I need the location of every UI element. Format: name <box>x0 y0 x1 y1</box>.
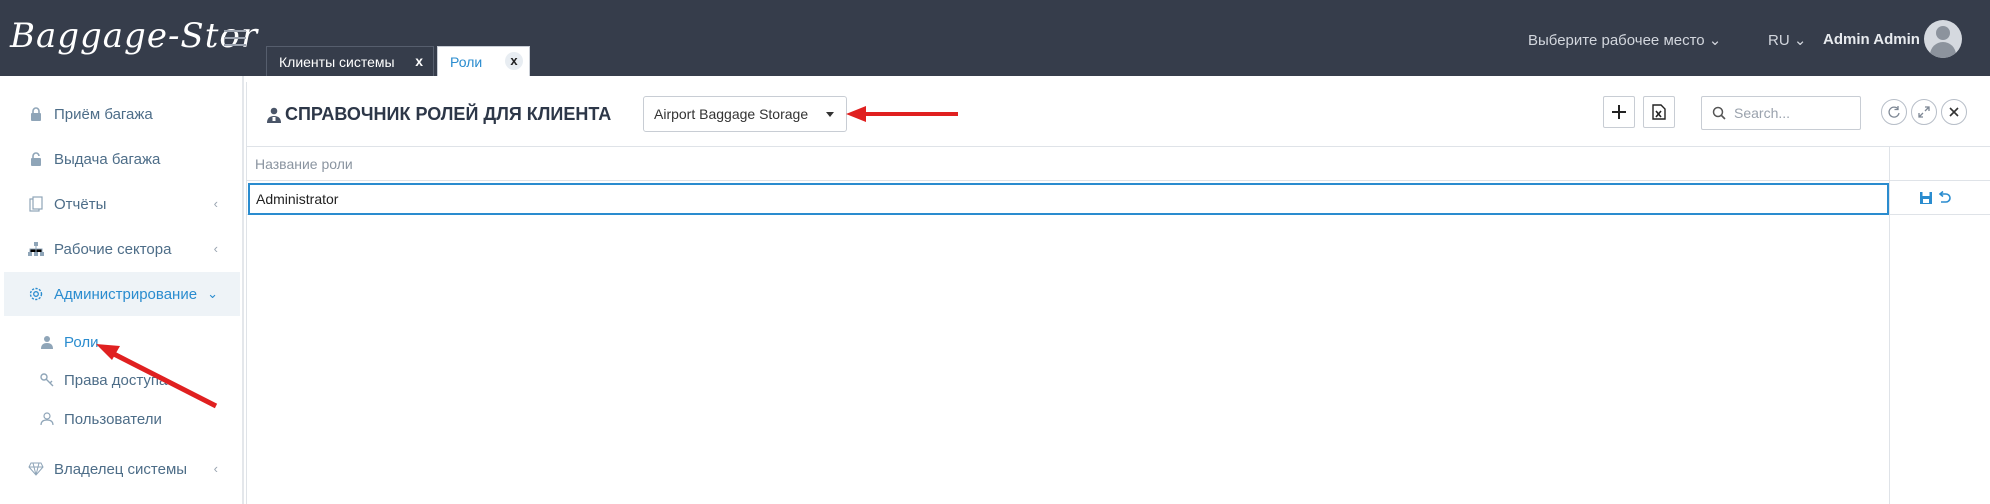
sidebar-item-label: Выдача багажа <box>54 150 161 168</box>
plus-icon <box>1612 105 1626 119</box>
sidebar-item-baggage-intake[interactable]: Приём багажа <box>4 92 240 136</box>
expand-button[interactable] <box>1911 99 1937 125</box>
roles-grid: Название роли Administrator <box>247 146 1990 504</box>
avatar-head <box>1936 26 1950 40</box>
app-logo[interactable]: Baggage-Stor <box>10 16 258 56</box>
grid-header: Название роли <box>247 147 1990 181</box>
tab-clients[interactable]: Клиенты системы x <box>266 46 434 76</box>
tab-label: Клиенты системы <box>279 53 395 70</box>
page-title: СПРАВОЧНИК РОЛЕЙ ДЛЯ КЛИЕНТА <box>267 104 611 125</box>
sidebar-item-work-sectors[interactable]: Рабочие сектора ‹ <box>4 227 240 271</box>
sidebar-item-system-owner[interactable]: Владелец системы ‹ <box>4 447 240 491</box>
add-button[interactable] <box>1603 96 1635 128</box>
chevron-down-icon: ⌄ <box>207 286 218 301</box>
sidebar-subitem-roles[interactable]: Роли <box>38 326 99 358</box>
sidebar-subitem-users[interactable]: Пользователи <box>38 403 162 435</box>
close-panel-button[interactable] <box>1941 99 1967 125</box>
key-icon <box>38 371 56 389</box>
sitemap-icon <box>26 239 46 259</box>
avatar-body <box>1930 42 1956 58</box>
gear-icon <box>26 284 46 304</box>
close-icon <box>1949 107 1959 117</box>
workplace-dropdown[interactable]: Выберите рабочее место ⌄ <box>1528 31 1721 49</box>
lock-icon <box>26 104 46 124</box>
unlock-icon <box>26 149 46 169</box>
client-select-value: Airport Baggage Storage <box>654 106 809 122</box>
role-name-cell-editor[interactable]: Administrator <box>248 183 1889 215</box>
main-panel: СПРАВОЧНИК РОЛЕЙ ДЛЯ КЛИЕНТА Airport Bag… <box>246 82 1990 504</box>
search-box[interactable] <box>1701 96 1861 130</box>
chevron-left-icon: ‹ <box>213 196 218 211</box>
user-role-icon <box>38 333 56 351</box>
user-role-icon <box>267 107 281 123</box>
avatar[interactable] <box>1924 20 1962 58</box>
sidebar-item-baggage-release[interactable]: Выдача багажа <box>4 137 240 181</box>
top-header: Baggage-Stor Клиенты системы x Роли x Вы… <box>0 0 1990 76</box>
user-name[interactable]: Admin Admin <box>1823 31 1920 48</box>
excel-icon <box>1652 104 1666 120</box>
chevron-left-icon: ‹ <box>213 461 218 476</box>
chevron-left-icon: ‹ <box>213 241 218 256</box>
sidebar-subitem-access-rights[interactable]: Права доступа <box>38 364 167 396</box>
column-header-role-name[interactable]: Название роли <box>255 156 353 172</box>
export-excel-button[interactable] <box>1643 96 1675 128</box>
save-icon[interactable] <box>1919 191 1933 205</box>
sidebar-item-label: Рабочие сектора <box>54 240 172 258</box>
sidebar-subitem-label: Роли <box>64 333 99 351</box>
sidebar-item-reports[interactable]: Отчёты ‹ <box>4 182 240 226</box>
page-title-text: СПРАВОЧНИК РОЛЕЙ ДЛЯ КЛИЕНТА <box>285 104 612 124</box>
tab-roles[interactable]: Роли x <box>437 46 530 76</box>
sidebar-subitem-label: Пользователи <box>64 410 162 428</box>
hamburger-menu-icon[interactable] <box>224 30 246 46</box>
sidebar-item-label: Администрирование <box>54 285 198 303</box>
table-row[interactable]: Administrator <box>247 183 1990 215</box>
search-icon <box>1712 106 1726 120</box>
role-name-value: Administrator <box>256 191 339 207</box>
expand-icon <box>1918 106 1930 118</box>
sidebar-item-label: Отчёты <box>54 195 107 213</box>
tab-label: Роли <box>450 53 483 70</box>
diamond-icon <box>26 459 46 479</box>
search-input[interactable] <box>1734 105 1854 121</box>
row-actions <box>1919 191 1951 205</box>
tab-close-button[interactable]: x <box>415 53 423 69</box>
sidebar-item-label: Владелец системы <box>54 460 188 478</box>
sidebar-item-label: Приём багажа <box>54 105 153 123</box>
refresh-icon <box>1888 106 1900 118</box>
caret-down-icon <box>826 112 834 117</box>
reports-icon <box>26 194 46 214</box>
undo-icon[interactable] <box>1937 191 1951 205</box>
refresh-button[interactable] <box>1881 99 1907 125</box>
tab-close-button[interactable]: x <box>505 52 523 70</box>
sidebar-item-administration[interactable]: Администрирование ⌄ <box>4 272 240 316</box>
sidebar: Приём багажа Выдача багажа Отчёты ‹ Рабо… <box>0 76 244 504</box>
sidebar-subitem-label: Права доступа <box>64 371 168 389</box>
user-icon <box>38 410 56 428</box>
language-dropdown[interactable]: RU ⌄ <box>1768 31 1806 49</box>
client-select[interactable]: Airport Baggage Storage <box>643 96 847 132</box>
